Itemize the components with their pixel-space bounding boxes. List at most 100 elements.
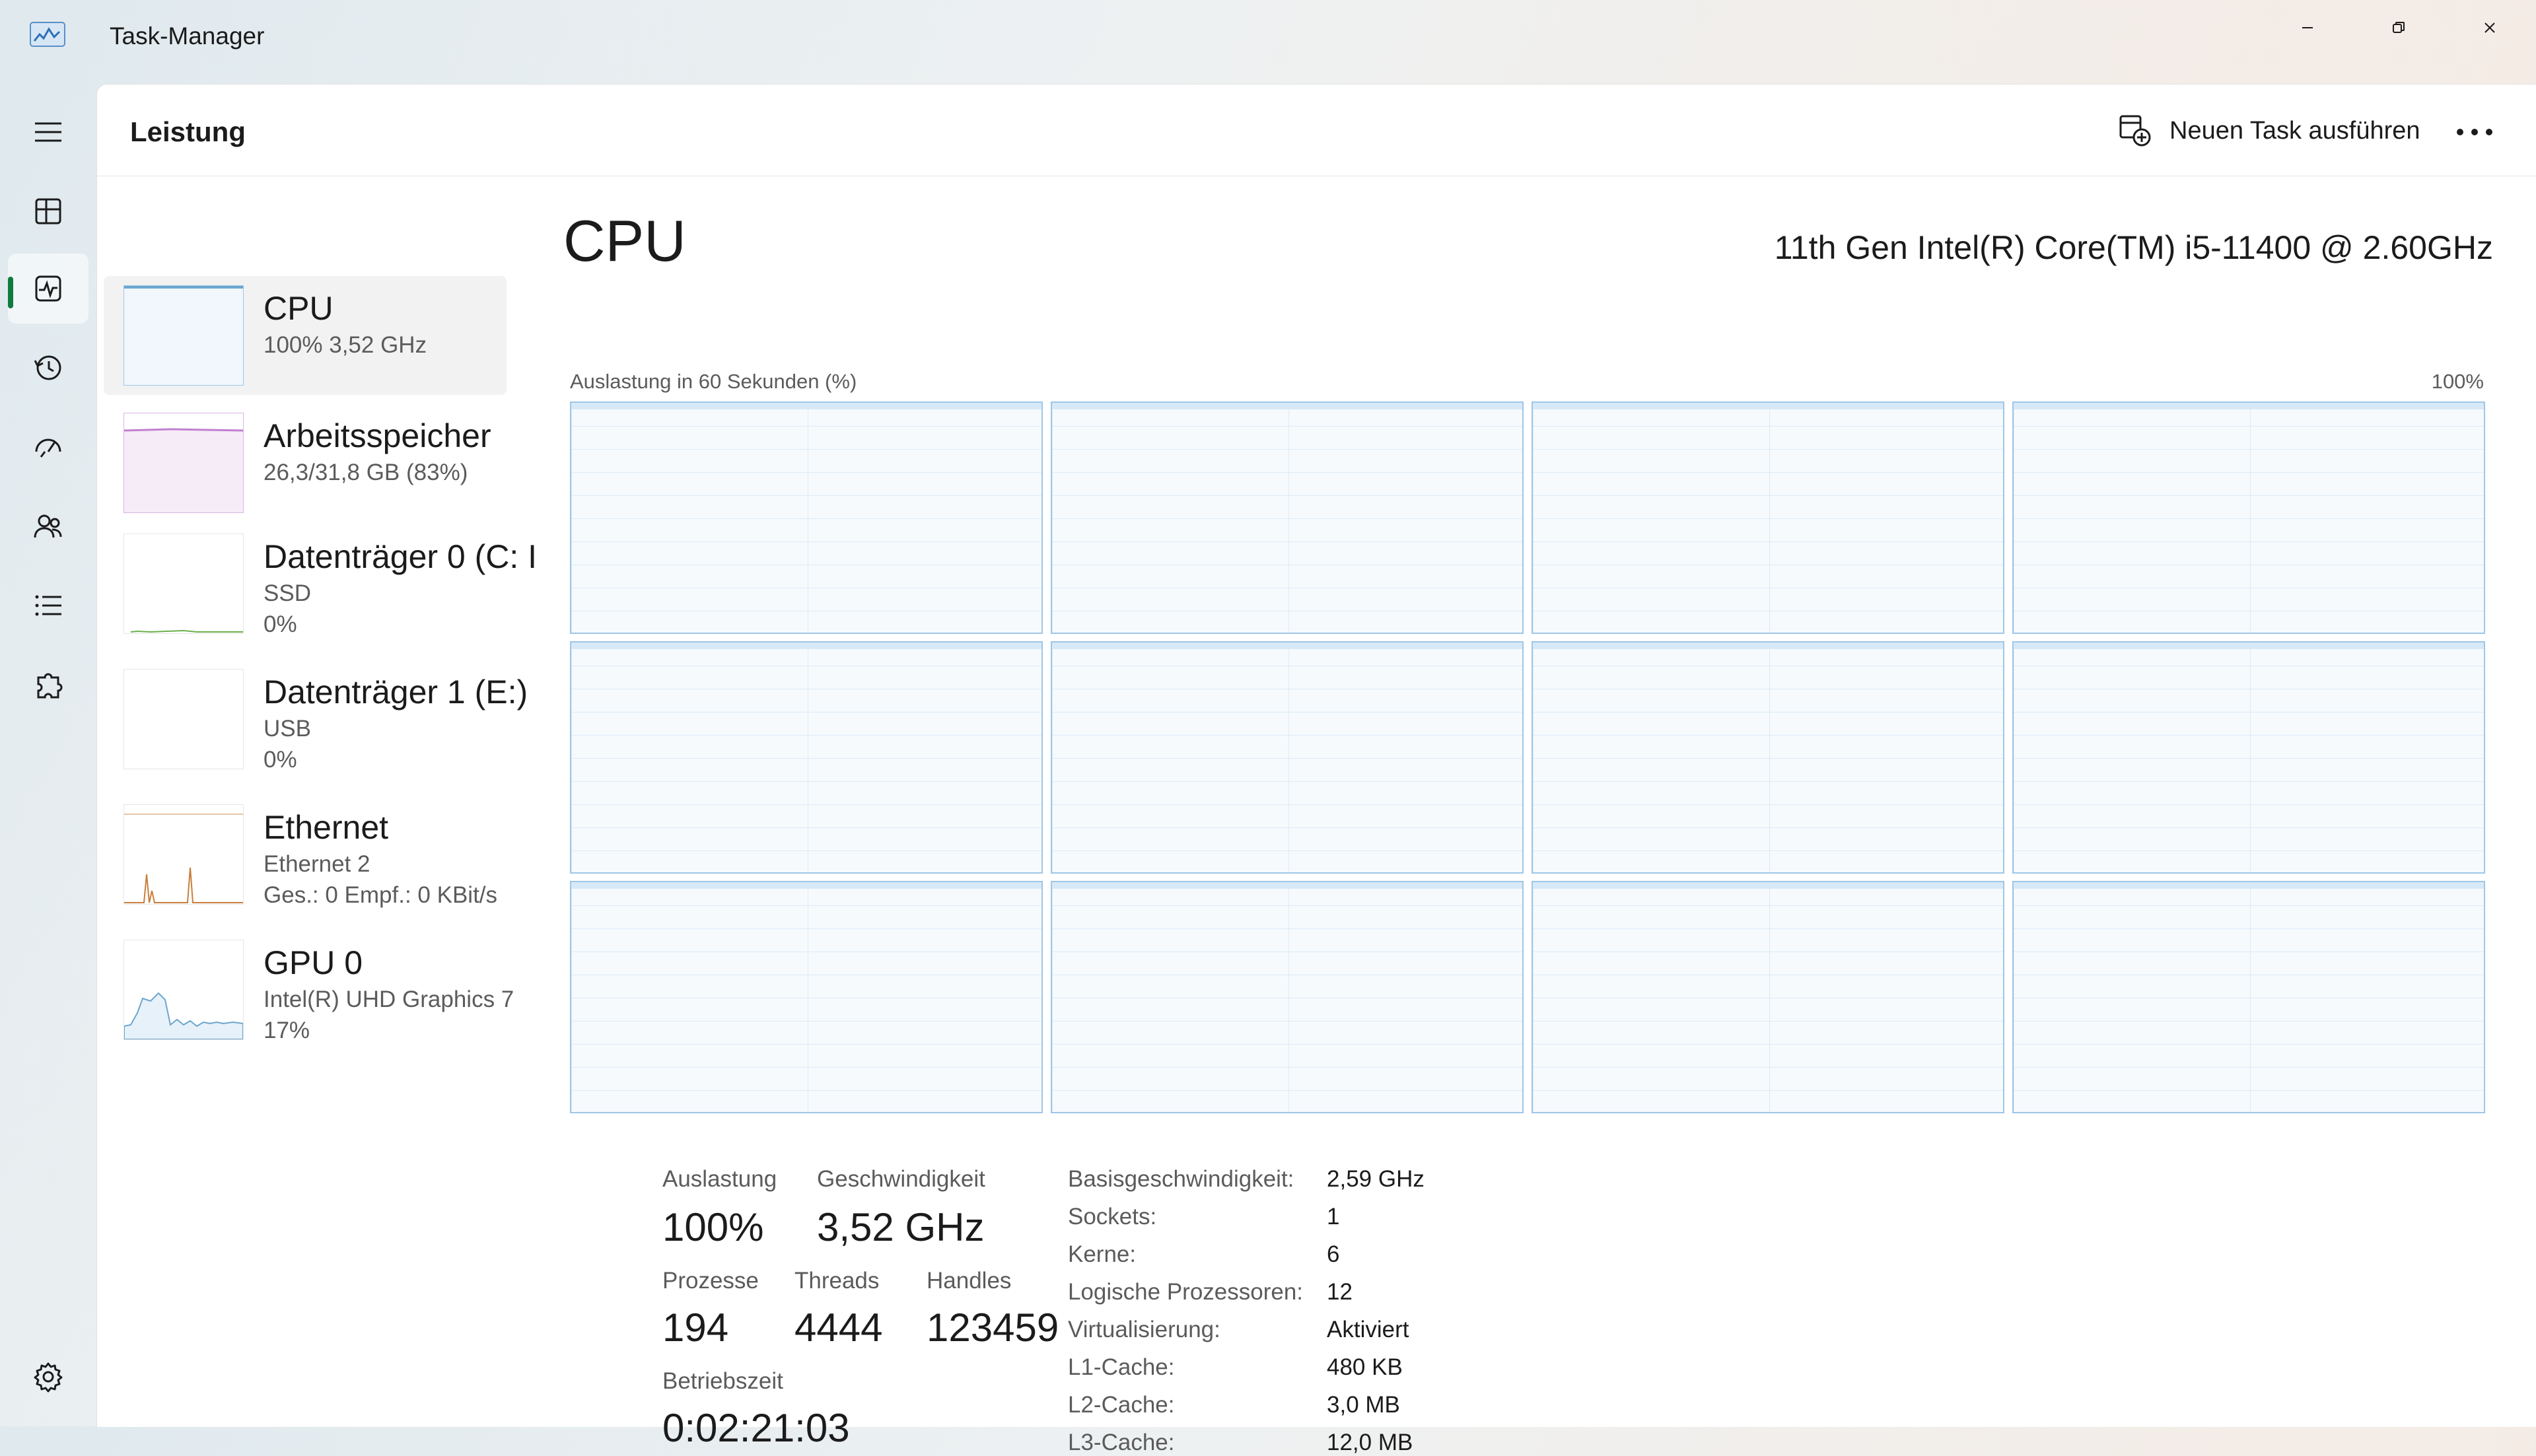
handles-value: 123459 xyxy=(927,1305,1059,1350)
users-icon xyxy=(34,514,62,538)
nav-menu-toggle[interactable] xyxy=(8,97,88,167)
nav-users[interactable] xyxy=(8,491,88,561)
resource-subtitle: 26,3/31,8 GB (83%) xyxy=(264,460,468,485)
resource-name: CPU xyxy=(264,290,334,327)
resource-name: Datenträger 1 (E:) xyxy=(264,674,528,711)
core-graph xyxy=(570,881,1043,1113)
run-new-task-button[interactable]: Neuen Task ausführen xyxy=(2118,111,2420,151)
detail-value: 6 xyxy=(1327,1241,1340,1267)
resource-subtitle: 100% 3,52 GHz xyxy=(264,332,427,358)
disk-0-thumbnail xyxy=(123,534,244,634)
utilization-value: 100% xyxy=(662,1205,764,1249)
core-graph xyxy=(2012,401,2485,634)
resource-item-disk-0[interactable]: Datenträger 0 (C: I SSD 0% xyxy=(104,524,537,653)
hamburger-menu-icon xyxy=(35,122,61,142)
resource-type: USB xyxy=(264,716,311,742)
processes-icon xyxy=(35,198,61,225)
detail-label: L1-Cache: xyxy=(1068,1354,1175,1380)
detail-value: Aktiviert xyxy=(1327,1317,1409,1342)
utilization-label: Auslastung xyxy=(662,1166,777,1192)
details-list-icon xyxy=(35,595,61,616)
threads-value: 4444 xyxy=(794,1305,883,1350)
history-icon xyxy=(34,355,61,380)
resource-item-cpu[interactable]: CPU 100% 3,52 GHz xyxy=(104,276,507,395)
core-graph xyxy=(1532,881,2004,1113)
detail-label: Kerne: xyxy=(1068,1241,1137,1267)
startup-gauge-icon xyxy=(35,438,61,458)
core-graph xyxy=(1532,401,2004,634)
navigation-rail xyxy=(0,84,96,1426)
core-graph xyxy=(1532,641,2004,874)
resource-name: GPU 0 xyxy=(264,944,363,981)
detail-label: Logische Prozessoren: xyxy=(1068,1279,1304,1305)
resource-item-disk-1[interactable]: Datenträger 1 (E:) USB 0% xyxy=(104,660,528,788)
title-bar: Task-Manager xyxy=(0,0,2536,84)
detail-label: Virtualisierung: xyxy=(1068,1317,1220,1342)
uptime-label: Betriebszeit xyxy=(662,1368,783,1394)
resource-usage: 0% xyxy=(264,747,297,773)
core-graph xyxy=(1051,641,1524,874)
page-header: Leistung Neuen Task ausführen xyxy=(97,85,2536,176)
detail-value: 1 xyxy=(1327,1204,1340,1230)
resource-item-memory[interactable]: Arbeitsspeicher 26,3/31,8 GB (83%) xyxy=(104,403,507,519)
page-title: Leistung xyxy=(130,116,246,147)
core-graph xyxy=(2012,881,2485,1113)
resource-name: Arbeitsspeicher xyxy=(264,417,491,454)
nav-processes[interactable] xyxy=(8,176,88,246)
core-graph xyxy=(570,641,1043,874)
graph-caption: Auslastung in 60 Sekunden (%) xyxy=(570,370,857,393)
core-graph xyxy=(2012,641,2485,874)
disk-1-thumbnail xyxy=(123,669,244,769)
speed-label: Geschwindigkeit xyxy=(817,1166,985,1192)
resource-usage: 17% xyxy=(264,1018,310,1043)
logical-processor-graphs xyxy=(570,401,2485,1113)
nav-details[interactable] xyxy=(8,571,88,641)
window-title: Task-Manager xyxy=(110,22,265,50)
handles-label: Handles xyxy=(927,1268,1012,1294)
settings-gear-icon xyxy=(34,1362,63,1393)
close-button[interactable] xyxy=(2444,0,2535,55)
core-graph xyxy=(570,401,1043,634)
detail-label: L3-Cache: xyxy=(1068,1430,1175,1455)
graph-max-label: 100% xyxy=(2431,370,2484,393)
uptime-value: 0:02:21:03 xyxy=(662,1406,850,1450)
memory-thumbnail xyxy=(123,413,244,513)
ethernet-thumbnail xyxy=(123,804,244,905)
nav-settings[interactable] xyxy=(8,1342,88,1412)
restore-icon xyxy=(2393,22,2405,33)
minimize-icon xyxy=(2302,27,2313,28)
nav-app-history[interactable] xyxy=(8,333,88,403)
detail-label: Basisgeschwindigkeit: xyxy=(1068,1166,1294,1192)
nav-performance[interactable] xyxy=(8,254,88,324)
threads-label: Threads xyxy=(794,1268,880,1294)
core-graph xyxy=(1051,881,1524,1113)
restore-button[interactable] xyxy=(2353,0,2444,55)
resource-type: SSD xyxy=(264,580,311,606)
speed-value: 3,52 GHz xyxy=(817,1205,985,1249)
resource-adapter: Ethernet 2 xyxy=(264,851,370,877)
core-graph xyxy=(1051,401,1524,634)
resource-item-gpu[interactable]: GPU 0 Intel(R) UHD Graphics 7 17% xyxy=(104,930,514,1059)
services-puzzle-icon xyxy=(37,673,63,699)
close-icon xyxy=(2484,22,2495,33)
processes-label: Prozesse xyxy=(662,1268,759,1294)
cpu-thumbnail xyxy=(123,285,244,386)
run-task-label: Neuen Task ausführen xyxy=(2169,116,2420,145)
cpu-detail-panel: CPU 11th Gen Intel(R) Core(TM) i5-11400 … xyxy=(533,176,2536,1455)
more-options-button[interactable] xyxy=(2448,116,2501,148)
detail-value: 12,0 MB xyxy=(1327,1430,1413,1455)
nav-startup-apps[interactable] xyxy=(8,412,88,482)
resource-item-ethernet[interactable]: Ethernet Ethernet 2 Ges.: 0 Empf.: 0 KBi… xyxy=(104,795,507,924)
detail-value: 12 xyxy=(1327,1279,1353,1305)
minimize-button[interactable] xyxy=(2262,0,2353,55)
cpu-heading: CPU xyxy=(563,208,686,273)
nav-services[interactable] xyxy=(8,650,88,720)
resource-name: Datenträger 0 (C: I xyxy=(264,538,538,575)
detail-label: L2-Cache: xyxy=(1068,1392,1175,1418)
detail-value: 480 KB xyxy=(1327,1354,1403,1380)
resource-throughput: Ges.: 0 Empf.: 0 KBit/s xyxy=(264,882,498,908)
detail-value: 3,0 MB xyxy=(1327,1392,1400,1418)
gpu-thumbnail xyxy=(123,940,244,1040)
run-task-icon xyxy=(2119,115,2151,147)
cpu-model-name: 11th Gen Intel(R) Core(TM) i5-11400 @ 2.… xyxy=(1774,229,2493,266)
